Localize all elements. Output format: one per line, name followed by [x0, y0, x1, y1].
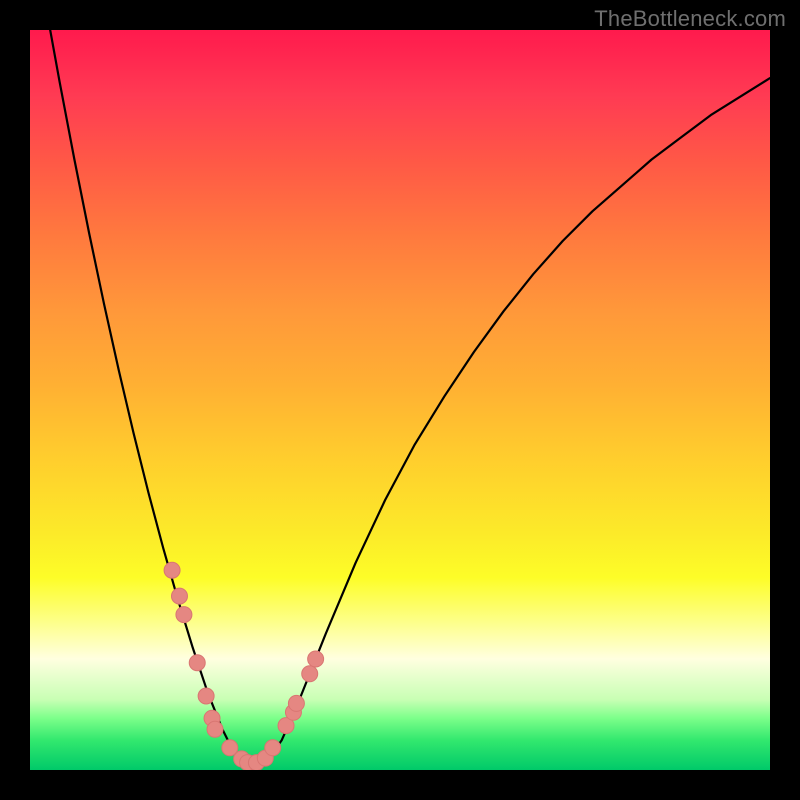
watermark-text: TheBottleneck.com [594, 6, 786, 32]
chart-svg [30, 30, 770, 770]
chart-frame: TheBottleneck.com [0, 0, 800, 800]
data-marker [207, 721, 223, 737]
plot-area [30, 30, 770, 770]
data-marker [308, 651, 324, 667]
data-marker [302, 666, 318, 682]
data-marker [164, 562, 180, 578]
data-marker [189, 655, 205, 671]
data-marker [171, 588, 187, 604]
data-marker [198, 688, 214, 704]
data-marker [288, 695, 304, 711]
curve-path [30, 30, 770, 766]
data-marker [176, 607, 192, 623]
data-marker [265, 740, 281, 756]
